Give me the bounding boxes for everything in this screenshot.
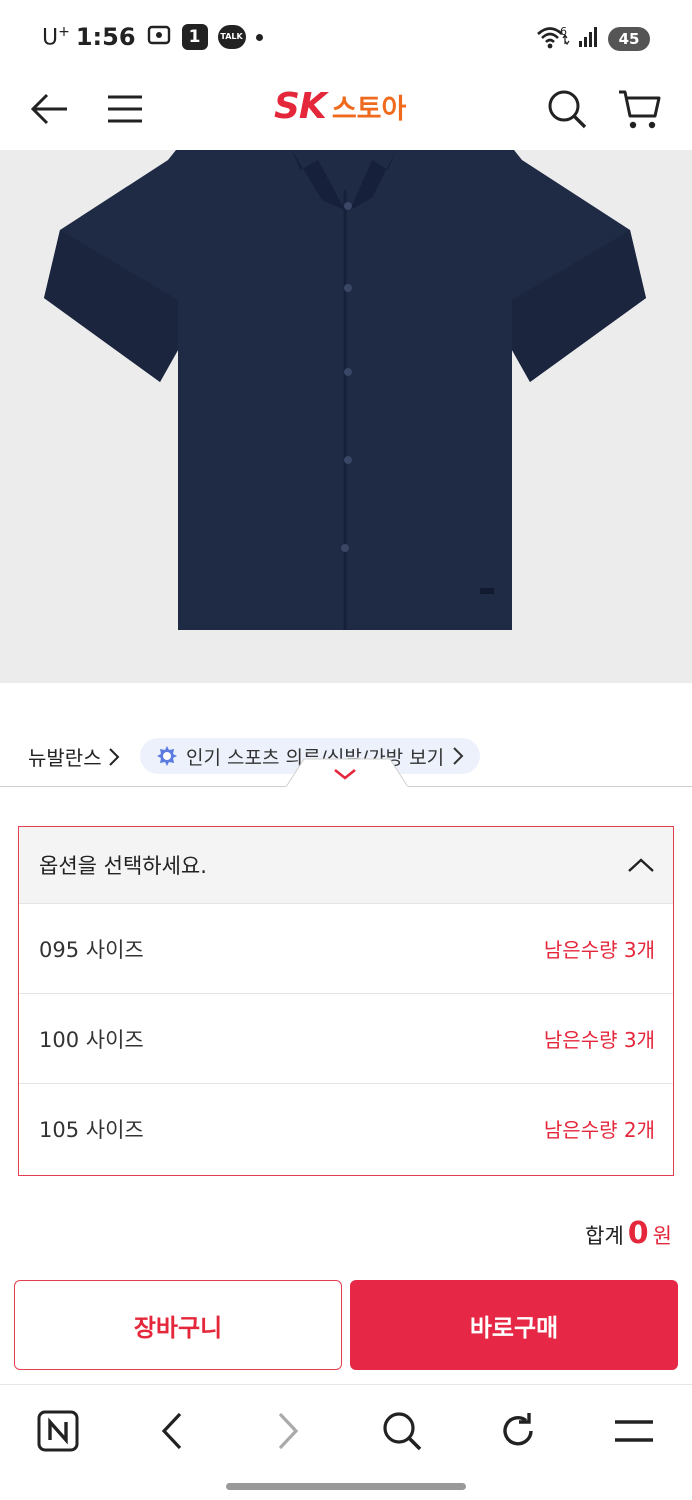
option-name: 105 사이즈: [39, 1117, 144, 1142]
status-bar: U+ 1:56 1 TALK 6 45: [0, 0, 692, 76]
chevron-left-icon: [161, 1412, 182, 1450]
browser-toolbar: [0, 1384, 692, 1474]
app-header: SK 스토아: [0, 76, 692, 150]
hamburger-icon: [108, 95, 142, 123]
option-select-header[interactable]: 옵션을 선택하세요.: [19, 827, 673, 903]
option-name: 095 사이즈: [39, 937, 144, 962]
wifi-icon: 6: [536, 24, 570, 54]
logo-store-text: 스토아: [331, 94, 407, 125]
total-value: 0: [627, 1216, 649, 1251]
total-label: 합계: [585, 1224, 624, 1248]
sk-stoa-logo[interactable]: SK 스토아: [274, 86, 406, 130]
screenshot-icon: [146, 22, 172, 52]
chevron-right-icon: [453, 747, 464, 765]
more-notifications-dot: [255, 33, 263, 41]
browser-refresh-button[interactable]: [492, 1405, 544, 1457]
navy-shirt-illustration: [44, 150, 646, 630]
option-stock: 남은수량 3개: [543, 938, 655, 962]
sheet-collapse-handle[interactable]: [286, 758, 408, 788]
logo-sk-text: SK: [274, 86, 327, 127]
option-dropdown: 옵션을 선택하세요. 095 사이즈 남은수량 3개 100 사이즈 남은수량 …: [18, 826, 674, 1176]
browser-menu-button[interactable]: [608, 1405, 660, 1457]
option-stock: 남은수량 2개: [543, 1118, 655, 1142]
search-button[interactable]: [542, 84, 592, 134]
search-icon: [383, 1412, 422, 1451]
chevron-right-icon: [108, 747, 120, 766]
status-time: 1:56: [75, 23, 136, 51]
kakaotalk-icon: TALK: [217, 25, 246, 49]
order-total: 합계 0 원: [585, 1216, 672, 1251]
chevron-right-icon: [278, 1412, 299, 1450]
search-icon: [548, 90, 587, 129]
option-placeholder: 옵션을 선택하세요.: [39, 854, 207, 878]
battery-indicator: 45: [608, 27, 650, 51]
naver-icon: [37, 1410, 79, 1452]
browser-back-button[interactable]: [146, 1405, 198, 1457]
brand-name: 뉴발란스: [28, 746, 102, 770]
browser-search-button[interactable]: [376, 1405, 428, 1457]
signal-icon: [578, 26, 600, 52]
option-stock: 남은수량 3개: [543, 1028, 655, 1052]
option-item[interactable]: 100 사이즈 남은수량 3개: [19, 993, 673, 1083]
brand-link[interactable]: 뉴발란스: [28, 742, 120, 771]
arrow-left-icon: [30, 93, 67, 125]
hamburger-icon: [615, 1420, 653, 1442]
total-currency: 원: [652, 1224, 672, 1248]
browser-forward-button[interactable]: [262, 1405, 314, 1457]
menu-button[interactable]: [100, 84, 150, 134]
notification-count-badge: 1: [181, 24, 208, 50]
chevron-up-icon: [628, 858, 654, 872]
refresh-icon: [503, 1413, 533, 1446]
home-indicator[interactable]: [226, 1483, 466, 1490]
carrier-label: U+: [42, 23, 70, 51]
cart-icon: [619, 90, 661, 129]
back-button[interactable]: [24, 84, 74, 134]
product-image[interactable]: [0, 150, 692, 683]
badge-icon: [157, 746, 177, 766]
add-to-cart-button[interactable]: 장바구니: [14, 1280, 342, 1370]
option-item[interactable]: 105 사이즈 남은수량 2개: [19, 1083, 673, 1173]
naver-home-button[interactable]: [32, 1405, 84, 1457]
cart-button[interactable]: [614, 84, 664, 134]
option-name: 100 사이즈: [39, 1027, 144, 1052]
buy-now-button[interactable]: 바로구매: [350, 1280, 678, 1370]
option-item[interactable]: 095 사이즈 남은수량 3개: [19, 903, 673, 993]
